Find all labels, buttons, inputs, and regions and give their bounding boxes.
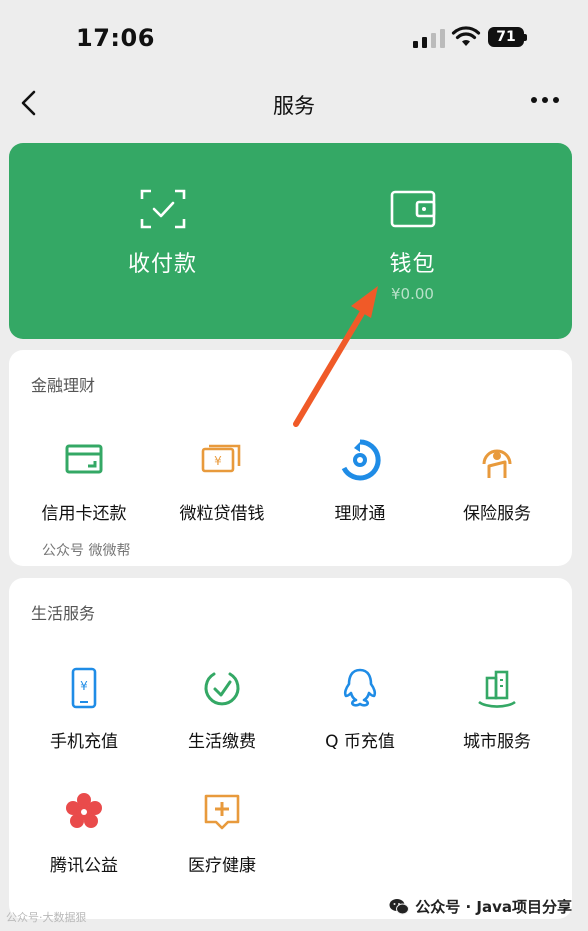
medical-icon (204, 794, 240, 830)
svg-text:¥: ¥ (214, 454, 222, 468)
wealth-icon (341, 439, 381, 481)
licaitong-item[interactable]: 理财通 (290, 438, 430, 524)
finance-section: 金融理财 信用卡还款 ¥ 微粒贷借钱 理财通 保险服务 公众号 微微帮 (9, 350, 572, 566)
life-section-title: 生活服务 (31, 604, 96, 623)
life-services-section: 生活服务 ¥ 手机充值 生活缴费 Q 币充值 城市服务 腾讯公益 医疗健康 (9, 578, 572, 919)
credit-card-repay-item[interactable]: 信用卡还款 (14, 438, 154, 524)
medical-item[interactable]: 医疗健康 (152, 790, 292, 876)
cellular-signal-icon (413, 28, 445, 48)
licaitong-label: 理财通 (334, 504, 386, 524)
more-options-icon[interactable] (529, 90, 561, 110)
qq-coin-label: Q 币充值 (325, 732, 395, 752)
credit-card-repay-label: 信用卡还款 (41, 504, 127, 524)
wechat-logo-icon (389, 898, 410, 914)
wallet-card: 收付款 钱包 ¥0.00 (9, 143, 572, 339)
wifi-icon (451, 26, 481, 46)
charity-icon (66, 793, 102, 828)
loan-icon: ¥ (201, 444, 241, 473)
city-service-label: 城市服务 (463, 732, 531, 752)
wallet-button[interactable]: 钱包 ¥0.00 (272, 143, 553, 339)
page-title: 服务 (273, 94, 315, 118)
credit-card-icon (65, 444, 103, 474)
charity-label: 腾讯公益 (50, 856, 118, 876)
charity-item[interactable]: 腾讯公益 (14, 790, 154, 876)
watermark-left: 公众号·大数据狠 (6, 911, 87, 924)
battery-icon: 71 (488, 27, 527, 47)
medical-label: 医疗健康 (188, 856, 256, 876)
qq-coin-icon (343, 668, 377, 707)
watermark-right: 公众号 · Java项目分享 (389, 896, 572, 917)
nav-bar: 服务 (0, 78, 588, 130)
wallet-icon (390, 190, 435, 228)
city-service-icon (478, 670, 516, 708)
status-bar: 17:06 71 (0, 0, 588, 78)
status-time: 17:06 (76, 24, 155, 52)
finance-provider-note: 公众号 微微帮 (42, 543, 131, 559)
phone-topup-icon: ¥ (71, 667, 97, 709)
phone-topup-item[interactable]: ¥ 手机充值 (14, 666, 154, 752)
utility-bill-label: 生活缴费 (188, 732, 256, 752)
utility-bill-icon (204, 672, 240, 706)
insurance-icon (482, 449, 512, 478)
phone-topup-label: 手机充值 (50, 732, 118, 752)
pay-receive-label: 收付款 (127, 252, 197, 277)
wallet-balance: ¥0.00 (391, 285, 434, 303)
finance-section-title: 金融理财 (31, 376, 96, 395)
scan-check-icon (140, 189, 185, 229)
insurance-item[interactable]: 保险服务 (427, 438, 567, 524)
watermark-right-text: 公众号 · Java项目分享 (415, 898, 572, 916)
utility-bill-item[interactable]: 生活缴费 (152, 666, 292, 752)
wallet-label: 钱包 (389, 252, 436, 277)
weilidai-loan-label: 微粒贷借钱 (179, 504, 265, 524)
weilidai-loan-item[interactable]: ¥ 微粒贷借钱 (152, 438, 292, 524)
pay-receive-button[interactable]: 收付款 (22, 143, 303, 339)
qq-coin-item[interactable]: Q 币充值 (290, 666, 430, 752)
city-service-item[interactable]: 城市服务 (427, 666, 567, 752)
insurance-label: 保险服务 (463, 504, 531, 524)
svg-text:¥: ¥ (80, 679, 88, 693)
